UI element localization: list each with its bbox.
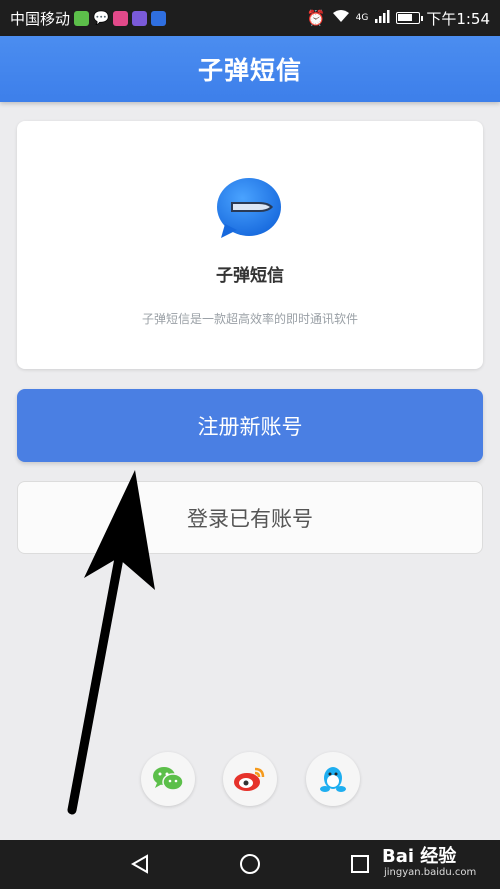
wechat-login-button[interactable] (141, 752, 195, 806)
notification-app-icon-3 (132, 10, 148, 26)
battery-icon (396, 12, 424, 24)
back-triangle-icon (130, 854, 148, 874)
app-logo-icon (217, 178, 281, 238)
home-circle-icon (240, 854, 260, 874)
notification-app-icon-2 (113, 10, 129, 26)
weibo-login-button[interactable] (223, 752, 277, 806)
app-description: 子弹短信是一款超高效率的即时通讯软件 (141, 312, 358, 326)
recent-apps-button[interactable] (346, 850, 374, 878)
message-notification-icon: 💬 (93, 10, 110, 26)
app-header: 子弹短信 (0, 36, 500, 102)
alarm-icon: ⏰ (306, 9, 326, 27)
back-button[interactable] (126, 850, 154, 878)
signal-icon (374, 9, 390, 27)
shield-icon (151, 10, 167, 26)
carrier-name: 中国移动 (10, 9, 71, 28)
login-button[interactable]: 登录已有账号 (17, 481, 483, 554)
wechat-icon (153, 767, 184, 791)
login-button-label: 登录已有账号 (187, 506, 313, 531)
app-name: 子弹短信 (216, 266, 284, 286)
clock: 下午1:54 (426, 9, 490, 28)
qq-icon (320, 767, 346, 792)
page-title: 子弹短信 (197, 56, 302, 85)
battery-level (398, 14, 413, 21)
home-button[interactable] (236, 850, 264, 878)
network-type: 4G (355, 13, 369, 23)
register-button-label: 注册新账号 (197, 414, 303, 439)
qq-login-button[interactable] (306, 752, 360, 806)
weibo-icon (234, 767, 265, 791)
notification-app-icon (74, 10, 90, 26)
wifi-icon (332, 9, 350, 27)
intro-card: 子弹短信 子弹短信是一款超高效率的即时通讯软件 (17, 121, 483, 369)
recent-square-icon (351, 855, 369, 873)
watermark-brand: Bai 经验 (382, 846, 457, 867)
status-bar: 中国移动 💬 ⏰ 4G 下午1:54 (0, 0, 500, 36)
watermark-url: jingyan.baidu.com (384, 867, 477, 878)
register-button[interactable]: 注册新账号 (17, 389, 483, 462)
